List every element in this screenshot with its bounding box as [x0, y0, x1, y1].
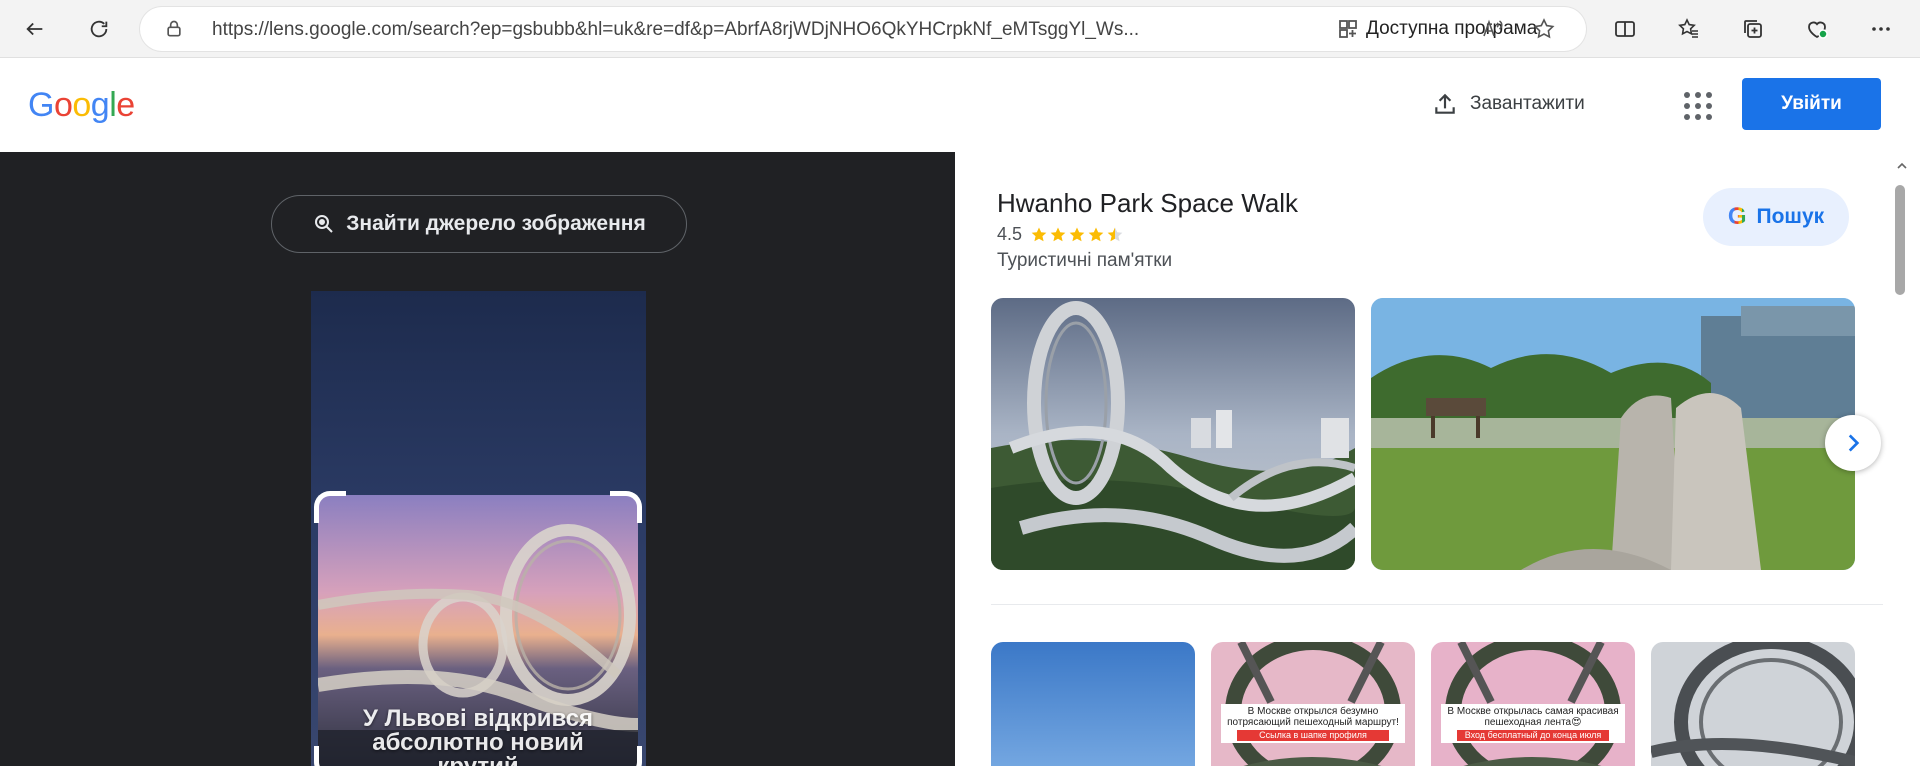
favorites-icon[interactable]: [1672, 12, 1706, 46]
place-rating: 4.5: [997, 224, 1124, 245]
place-title[interactable]: Hwanho Park Space Walk: [997, 188, 1298, 219]
app-available-text[interactable]: Доступна програма: [1366, 18, 1537, 40]
google-logo-letter: o: [72, 86, 91, 124]
caption-line-1: У Львові відкрився: [363, 705, 593, 732]
google-apps-icon[interactable]: [1682, 90, 1712, 120]
read-aloud-icon[interactable]: [1480, 17, 1504, 41]
more-options-icon[interactable]: [1864, 12, 1898, 46]
visual-match-2[interactable]: В Москве открылся безумно потрясающий пе…: [1211, 642, 1415, 766]
crop-handle-top-left[interactable]: [314, 491, 346, 523]
google-logo-letter: G: [28, 86, 54, 124]
google-logo-letter: o: [53, 86, 73, 124]
find-image-source-button[interactable]: Знайти джерело зображення: [271, 195, 687, 253]
caption-line-2: абсолютно новий: [372, 729, 584, 756]
lock-icon[interactable]: [164, 19, 184, 39]
google-search-label: Пошук: [1756, 205, 1825, 228]
upload-label: Завантажити: [1470, 93, 1585, 114]
thumb-coaster-image-4: [1651, 642, 1855, 766]
visual-match-3-link-label: Вход бесплатный до конца июля: [1457, 730, 1609, 741]
selected-region[interactable]: У Львові відкрився абсолютно новий крути…: [318, 495, 638, 766]
google-logo-letter: e: [116, 86, 135, 124]
caption-line-3: крутий: [318, 755, 638, 766]
crop-handle-top-right[interactable]: [610, 491, 642, 523]
find-image-source-label: Знайти джерело зображення: [346, 212, 646, 235]
scrollbar-thumb[interactable]: [1895, 185, 1905, 295]
google-logo[interactable]: Google: [28, 86, 135, 125]
google-search-button[interactable]: G Пошук: [1703, 188, 1849, 246]
address-bar[interactable]: https://lens.google.com/search?ep=gsbubb…: [140, 7, 1586, 51]
upload-icon: [1435, 93, 1455, 114]
scroll-up-arrow-icon[interactable]: [1896, 160, 1908, 172]
star-icon: [1031, 227, 1047, 241]
back-icon[interactable]: [18, 12, 52, 46]
url-text[interactable]: https://lens.google.com/search?ep=gsbubb…: [212, 19, 1342, 41]
sign-in-button[interactable]: Увійти: [1742, 78, 1881, 130]
place-photo-2[interactable]: [1371, 298, 1855, 570]
thumb-sky-image: [991, 642, 1195, 766]
section-divider: [991, 604, 1883, 605]
image-pane: Знайти джерело зображення У Львові відкр…: [0, 152, 955, 766]
next-photos-button[interactable]: [1825, 415, 1881, 471]
star-icon: [1107, 227, 1123, 241]
google-logo-letter: g: [90, 86, 110, 124]
google-logo-letter: l: [109, 86, 117, 124]
star-icon: [1069, 227, 1085, 241]
reload-icon[interactable]: [82, 12, 116, 46]
visual-match-3-text: В Москве открылась самая красивая пешехо…: [1441, 704, 1625, 743]
image-caption: У Львові відкрився абсолютно новий крути…: [318, 707, 638, 766]
crop-handle-bottom-right[interactable]: [610, 746, 642, 766]
visual-match-3[interactable]: В Москве открылась самая красивая пешехо…: [1431, 642, 1635, 766]
rating-stars: [1030, 226, 1124, 244]
photo-coaster-walkway: [991, 298, 1355, 570]
google-g-icon: G: [1727, 203, 1747, 230]
visual-match-4[interactable]: [1651, 642, 1855, 766]
visual-match-2-link-label: Ссылка в шапке профиля: [1237, 730, 1389, 741]
rating-value: 4.5: [997, 224, 1023, 244]
photo-park-sculpture: [1371, 298, 1855, 570]
visual-match-1[interactable]: [991, 642, 1195, 766]
browser-essentials-icon[interactable]: [1800, 12, 1834, 46]
place-category: Туристичні пам'ятки: [997, 250, 1173, 271]
star-icon: [1050, 227, 1066, 241]
chevron-right-icon: [1848, 434, 1860, 452]
google-header: Google Завантажити Увійти: [0, 58, 1920, 152]
collections-icon[interactable]: [1736, 12, 1770, 46]
star-icon: [1088, 227, 1104, 241]
crop-handle-bottom-left[interactable]: [314, 746, 346, 766]
lens-search-icon: [315, 215, 333, 233]
place-photo-1[interactable]: [991, 298, 1355, 570]
app-install-icon[interactable]: [1336, 17, 1360, 41]
upload-button[interactable]: Завантажити: [1432, 91, 1585, 117]
favorite-star-icon[interactable]: [1532, 17, 1556, 41]
browser-toolbar: https://lens.google.com/search?ep=gsbubb…: [0, 0, 1920, 58]
visual-match-2-text: В Москве открылся безумно потрясающий пе…: [1221, 704, 1405, 743]
visual-match-3-title: В Москве открылась самая красивая пешехо…: [1447, 706, 1619, 728]
split-screen-icon[interactable]: [1608, 12, 1642, 46]
results-pane: Hwanho Park Space Walk 4.5 Туристичні па…: [955, 152, 1920, 766]
visual-match-2-title: В Москве открылся безумно потрясающий пе…: [1227, 706, 1399, 728]
